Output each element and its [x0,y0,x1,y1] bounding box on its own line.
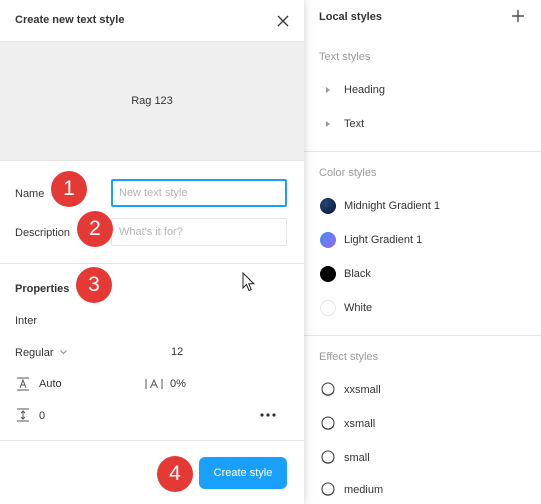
effect-style-label: xsmall [344,418,376,430]
color-style-label: White [344,302,373,314]
text-style-label: Text [344,118,365,130]
text-styles-title: Text styles [319,51,371,63]
paragraph-spacing-icon [16,408,30,422]
color-style-row[interactable]: Light Gradient 1 [304,226,541,254]
name-input[interactable] [111,179,287,207]
color-style-label: Midnight Gradient 1 [344,200,440,212]
properties-title: Properties [15,283,70,295]
color-swatch [320,198,336,214]
text-style-label: Heading [344,84,385,96]
drop-shadow-icon [319,415,337,433]
effect-style-row[interactable]: xxsmall [304,376,541,404]
letter-spacing-icon [145,377,163,391]
font-weight-select[interactable]: Regular [15,346,67,359]
name-label: Name [15,188,45,200]
dialog-header: Create new text style [0,0,304,41]
more-options-icon[interactable] [258,409,278,421]
color-style-row[interactable]: Midnight Gradient 1 [304,192,541,220]
paragraph-spacing-input[interactable]: 0 [39,410,45,422]
divider [0,263,304,264]
color-styles-title: Color styles [319,167,377,179]
divider [304,151,541,152]
step-badge-1: 1 [51,171,87,207]
color-swatch [320,266,336,282]
font-size-input[interactable]: 12 [171,346,183,358]
drop-shadow-icon [319,449,337,467]
divider [0,440,304,441]
color-style-label: Black [344,268,371,280]
create-style-button[interactable]: Create style [199,457,287,489]
color-swatch [320,300,336,316]
effect-style-row[interactable]: medium [304,476,541,504]
font-weight-value: Regular [15,347,54,359]
color-style-row[interactable]: Black [304,260,541,288]
effect-style-label: xxsmall [344,384,381,396]
step-badge-2: 2 [77,211,113,247]
effect-style-row[interactable]: small [304,444,541,472]
local-styles-panel: Local styles Text styles Heading Text Co… [304,0,541,504]
preview-text: Rag 123 [131,95,173,107]
font-family-select[interactable]: Inter [15,315,37,327]
text-style-row[interactable]: Heading [304,76,541,104]
color-swatch [320,232,336,248]
caret-right-icon [325,119,331,127]
description-label: Description [15,227,71,239]
color-style-label: Light Gradient 1 [344,234,423,246]
text-style-row[interactable]: Text [304,110,541,138]
line-height-icon [16,377,30,391]
close-icon[interactable] [274,12,292,30]
step-badge-4: 4 [157,456,193,492]
style-preview: Rag 123 [0,41,304,161]
description-input[interactable] [111,218,287,246]
letter-spacing-input[interactable]: 0% [170,378,186,390]
effect-style-label: medium [344,484,384,496]
step-badge-3: 3 [76,267,112,303]
mouse-cursor-icon [242,271,256,292]
divider [304,335,541,336]
dialog-title: Create new text style [15,14,125,26]
caret-right-icon [325,85,331,93]
plus-icon[interactable] [511,9,525,23]
chevron-down-icon [59,346,67,358]
line-height-input[interactable]: Auto [39,378,62,390]
drop-shadow-icon [319,481,337,499]
effect-styles-title: Effect styles [319,351,379,363]
drop-shadow-icon [319,381,337,399]
effect-style-row[interactable]: xsmall [304,410,541,438]
color-style-row[interactable]: White [304,294,541,322]
effect-style-label: small [344,452,370,464]
panel-title: Local styles [319,11,382,23]
create-text-style-dialog: Create new text style Rag 123 Name Descr… [0,0,304,504]
